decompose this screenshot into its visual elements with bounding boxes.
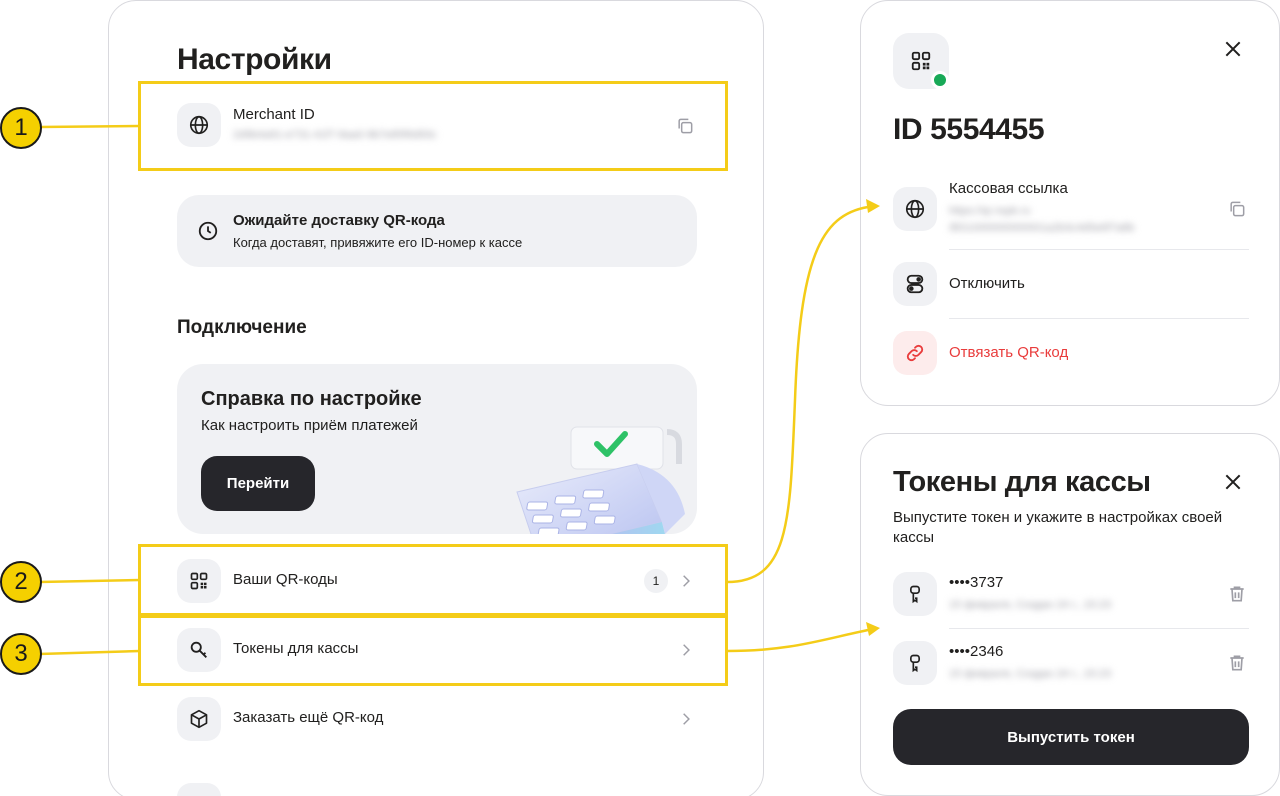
key-icon	[893, 572, 937, 616]
order-qr-row[interactable]: Заказать ещё QR-код	[109, 684, 763, 753]
online-status-dot	[931, 71, 949, 89]
issue-token-button[interactable]: Выпустить токен	[893, 709, 1249, 765]
cash-link-label: Кассовая ссылка	[949, 180, 1068, 197]
close-icon[interactable]	[1223, 39, 1243, 59]
close-icon[interactable]	[1223, 472, 1243, 492]
payment-terminal-illustration	[516, 426, 685, 534]
toggle-icon	[893, 262, 937, 306]
callout-badge-1: 1	[0, 107, 42, 149]
callout-badge-2: 2	[0, 561, 42, 603]
disable-row[interactable]: Отключить	[861, 250, 1279, 318]
highlight-qr-codes	[138, 544, 728, 616]
disable-label: Отключить	[949, 275, 1025, 292]
token-row: ••••3737 15 февраля, Создан 24 г., 15:23	[861, 560, 1279, 628]
unbind-row[interactable]: Отвязать QR-код	[861, 319, 1279, 387]
callout-number: 3	[14, 640, 28, 667]
page-title: Настройки	[177, 43, 332, 76]
help-subtitle: Как настроить приём платежей	[201, 417, 418, 434]
section-title: Подключение	[177, 317, 307, 338]
tokens-title: Токены для кассы	[893, 466, 1151, 498]
delivery-subtitle: Когда доставят, привяжите его ID-номер к…	[233, 235, 523, 250]
token-name: ••••2346	[949, 643, 1004, 660]
highlight-merchant-id	[138, 81, 728, 171]
globe-icon	[893, 187, 937, 231]
help-title: Справка по настройке	[201, 388, 422, 410]
qr-details-panel: ID 5554455 Кассовая ссылка https://qr.ns…	[860, 0, 1280, 406]
token-row: ••••2346 15 февраля, Создан 24 г., 15:23	[861, 629, 1279, 697]
highlight-tokens	[138, 615, 728, 686]
partial-row-icon	[177, 783, 221, 796]
qr-id-title: ID 5554455	[893, 113, 1045, 146]
trash-icon[interactable]	[1227, 584, 1247, 604]
delivery-title: Ожидайте доставку QR-кода	[233, 212, 445, 229]
token-meta: 15 февраля, Создан 24 г., 15:23	[949, 668, 1112, 680]
key-icon	[893, 641, 937, 685]
go-button[interactable]: Перейти	[201, 456, 315, 511]
copy-icon[interactable]	[1227, 199, 1247, 219]
trash-icon[interactable]	[1227, 653, 1247, 673]
tokens-panel: Токены для кассы Выпустите токен и укажи…	[860, 433, 1280, 796]
order-qr-label: Заказать ещё QR-код	[233, 709, 384, 726]
cash-link-value-2: /BS1000000000001a2b3c4d5e6f7a8b	[949, 222, 1135, 234]
unlink-icon	[893, 331, 937, 375]
callout-number: 2	[14, 568, 28, 595]
chevron-right-icon	[683, 713, 690, 725]
delivery-info-card: Ожидайте доставку QR-кода Когда доставят…	[177, 195, 697, 267]
tokens-subtitle-line-1: Выпустите токен и укажите в настройках с…	[893, 509, 1223, 526]
clock-icon	[198, 221, 218, 241]
callout-number: 1	[14, 114, 28, 141]
cash-link-value-1: https://qr.nspk.ru	[949, 205, 1031, 217]
callout-badge-3: 3	[0, 633, 42, 675]
box-icon	[177, 697, 221, 741]
token-meta: 15 февраля, Создан 24 г., 15:23	[949, 599, 1112, 611]
tokens-subtitle-line-2: кассы	[893, 529, 935, 546]
token-name: ••••3737	[949, 574, 1004, 591]
help-card: Справка по настройке Как настроить приём…	[177, 364, 697, 534]
unbind-label: Отвязать QR-код	[949, 344, 1069, 361]
cash-link-row: Кассовая ссылка https://qr.nspk.ru /BS10…	[861, 173, 1279, 249]
